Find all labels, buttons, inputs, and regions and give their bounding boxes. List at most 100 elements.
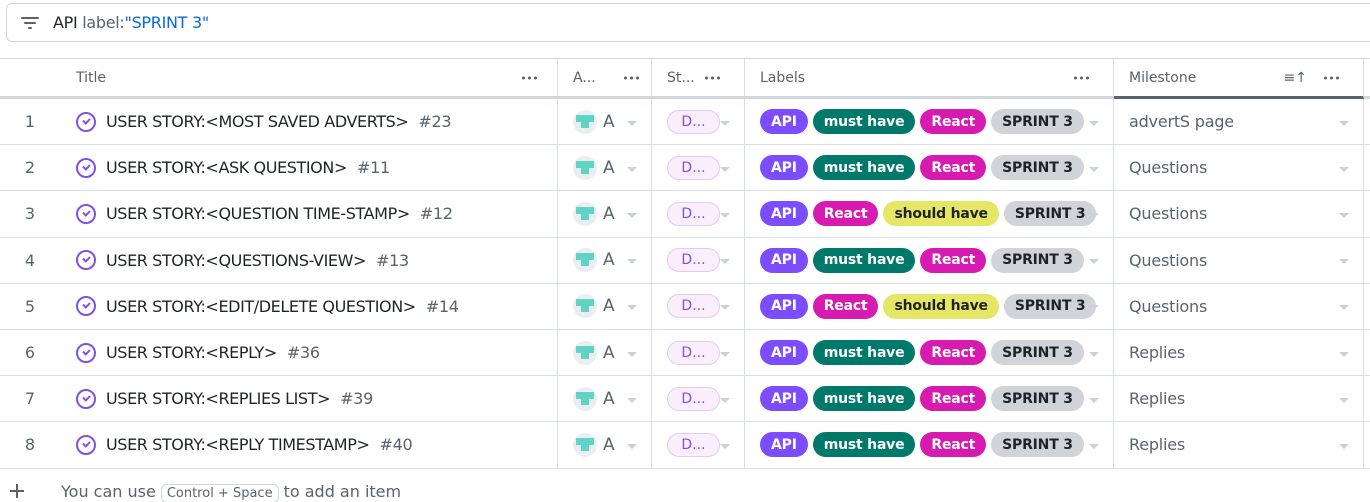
chevron-down-icon[interactable] xyxy=(1339,305,1349,311)
issue-title-link[interactable]: USER STORY:<EDIT/DELETE QUESTION> xyxy=(106,297,416,316)
labels-cell[interactable]: API must have React SPRINT 3 xyxy=(745,376,1114,422)
chevron-down-icon[interactable] xyxy=(1339,443,1349,449)
labels-cell[interactable]: API must have React SPRINT 3 xyxy=(745,145,1114,191)
label-pill[interactable]: React xyxy=(920,386,987,412)
header-status[interactable]: St... xyxy=(652,59,745,96)
issue-title-link[interactable]: USER STORY:<QUESTIONS-VIEW> xyxy=(106,251,366,270)
milestone-cell[interactable]: advertS page xyxy=(1114,99,1364,145)
chevron-down-icon[interactable] xyxy=(1339,166,1349,172)
add-item-row[interactable]: You can use Control + Space to add an it… xyxy=(0,478,1370,502)
chevron-down-icon[interactable] xyxy=(1339,397,1349,403)
chevron-down-icon[interactable] xyxy=(1089,397,1099,403)
label-pill[interactable]: React xyxy=(812,293,879,319)
labels-cell[interactable]: API must have React SPRINT 3 xyxy=(745,422,1114,468)
title-cell[interactable]: USER STORY:<REPLIES LIST> #39 xyxy=(60,376,558,422)
header-milestone[interactable]: Milestone ≡↑ xyxy=(1114,59,1364,99)
label-pill[interactable]: SPRINT 3 xyxy=(991,340,1084,366)
label-pill[interactable]: React xyxy=(812,201,879,227)
chevron-down-icon[interactable] xyxy=(1089,305,1099,311)
chevron-down-icon[interactable] xyxy=(1089,259,1099,265)
milestone-cell[interactable]: Replies xyxy=(1114,376,1364,422)
milestone-cell[interactable]: Questions xyxy=(1114,283,1364,329)
chevron-down-icon[interactable] xyxy=(627,443,637,449)
labels-cell[interactable]: API React should have SPRINT 3 xyxy=(745,191,1114,237)
chevron-down-icon[interactable] xyxy=(1089,166,1099,172)
issue-title-link[interactable]: USER STORY:<REPLY> xyxy=(106,343,277,362)
issue-title-link[interactable]: USER STORY:<REPLY TIMESTAMP> xyxy=(106,435,370,454)
chevron-down-icon[interactable] xyxy=(627,351,637,357)
chevron-down-icon[interactable] xyxy=(1089,443,1099,449)
labels-cell[interactable]: API must have React SPRINT 3 xyxy=(745,237,1114,283)
table-row[interactable]: 8 USER STORY:<REPLY TIMESTAMP> #40 A D..… xyxy=(0,422,1370,469)
status-cell[interactable]: D... xyxy=(652,237,745,283)
chevron-down-icon[interactable] xyxy=(627,305,637,311)
labels-cell[interactable]: API must have React SPRINT 3 xyxy=(745,99,1114,145)
chevron-down-icon[interactable] xyxy=(1339,212,1349,218)
label-pill[interactable]: API xyxy=(760,109,808,135)
header-title[interactable]: Title xyxy=(60,59,558,96)
label-pill[interactable]: should have xyxy=(883,201,999,227)
column-menu-icon[interactable] xyxy=(1324,76,1339,79)
title-cell[interactable]: USER STORY:<MOST SAVED ADVERTS> #23 xyxy=(60,99,558,145)
table-row[interactable]: 4 USER STORY:<QUESTIONS-VIEW> #13 A D...… xyxy=(0,237,1370,284)
labels-cell[interactable]: API React should have SPRINT 3 xyxy=(745,283,1114,329)
chevron-down-icon[interactable] xyxy=(720,120,730,126)
title-cell[interactable]: USER STORY:<REPLY> #36 xyxy=(60,329,558,376)
label-pill[interactable]: API xyxy=(760,247,808,273)
status-cell[interactable]: D... xyxy=(652,99,745,145)
column-menu-icon[interactable] xyxy=(1074,76,1089,79)
column-menu-icon[interactable] xyxy=(624,76,639,79)
chevron-down-icon[interactable] xyxy=(1089,212,1099,218)
chevron-down-icon[interactable] xyxy=(720,443,730,449)
label-pill[interactable]: React xyxy=(920,432,987,458)
issue-title-link[interactable]: USER STORY:<MOST SAVED ADVERTS> xyxy=(106,112,409,131)
assignee-cell[interactable]: A xyxy=(558,376,652,422)
milestone-cell[interactable]: Questions xyxy=(1114,191,1364,237)
header-assignees[interactable]: A... xyxy=(558,59,652,96)
table-row[interactable]: 3 USER STORY:<QUESTION TIME-STAMP> #12 A… xyxy=(0,191,1370,238)
label-pill[interactable]: must have xyxy=(812,386,916,412)
chevron-down-icon[interactable] xyxy=(627,166,637,172)
chevron-down-icon[interactable] xyxy=(627,259,637,265)
milestone-cell[interactable]: Replies xyxy=(1114,329,1364,376)
label-pill[interactable]: React xyxy=(920,247,987,273)
status-cell[interactable]: D... xyxy=(652,376,745,422)
assignee-cell[interactable]: A xyxy=(558,191,652,237)
assignee-cell[interactable]: A xyxy=(558,145,652,191)
label-pill[interactable]: must have xyxy=(812,247,916,273)
chevron-down-icon[interactable] xyxy=(720,397,730,403)
assignee-cell[interactable]: A xyxy=(558,422,652,468)
status-cell[interactable]: D... xyxy=(652,329,745,376)
header-labels[interactable]: Labels xyxy=(745,59,1114,96)
chevron-down-icon[interactable] xyxy=(720,212,730,218)
label-pill[interactable]: React xyxy=(920,340,987,366)
assignee-cell[interactable]: A xyxy=(558,329,652,376)
issue-title-link[interactable]: USER STORY:<ASK QUESTION> xyxy=(106,158,347,177)
chevron-down-icon[interactable] xyxy=(627,397,637,403)
chevron-down-icon[interactable] xyxy=(1339,259,1349,265)
chevron-down-icon[interactable] xyxy=(720,305,730,311)
chevron-down-icon[interactable] xyxy=(1089,351,1099,357)
plus-icon[interactable] xyxy=(10,484,24,498)
chevron-down-icon[interactable] xyxy=(627,212,637,218)
chevron-down-icon[interactable] xyxy=(720,351,730,357)
labels-cell[interactable]: API must have React SPRINT 3 xyxy=(745,329,1114,376)
label-pill[interactable]: must have xyxy=(812,109,916,135)
title-cell[interactable]: USER STORY:<QUESTIONS-VIEW> #13 xyxy=(60,237,558,283)
label-pill[interactable]: API xyxy=(760,155,808,181)
label-pill[interactable]: should have xyxy=(883,293,999,319)
label-pill[interactable]: API xyxy=(760,293,808,319)
label-pill[interactable]: React xyxy=(920,155,987,181)
label-pill[interactable]: must have xyxy=(812,432,916,458)
label-pill[interactable]: SPRINT 3 xyxy=(991,247,1084,273)
label-pill[interactable]: SPRINT 3 xyxy=(1003,293,1097,319)
title-cell[interactable]: USER STORY:<QUESTION TIME-STAMP> #12 xyxy=(60,191,558,237)
label-pill[interactable]: must have xyxy=(812,155,916,181)
chevron-down-icon[interactable] xyxy=(720,166,730,172)
label-pill[interactable]: must have xyxy=(812,340,916,366)
label-pill[interactable]: API xyxy=(760,432,808,458)
table-row[interactable]: 7 USER STORY:<REPLIES LIST> #39 A D... A… xyxy=(0,376,1370,423)
label-pill[interactable]: SPRINT 3 xyxy=(991,432,1084,458)
chevron-down-icon[interactable] xyxy=(1339,351,1349,357)
title-cell[interactable]: USER STORY:<EDIT/DELETE QUESTION> #14 xyxy=(60,283,558,329)
